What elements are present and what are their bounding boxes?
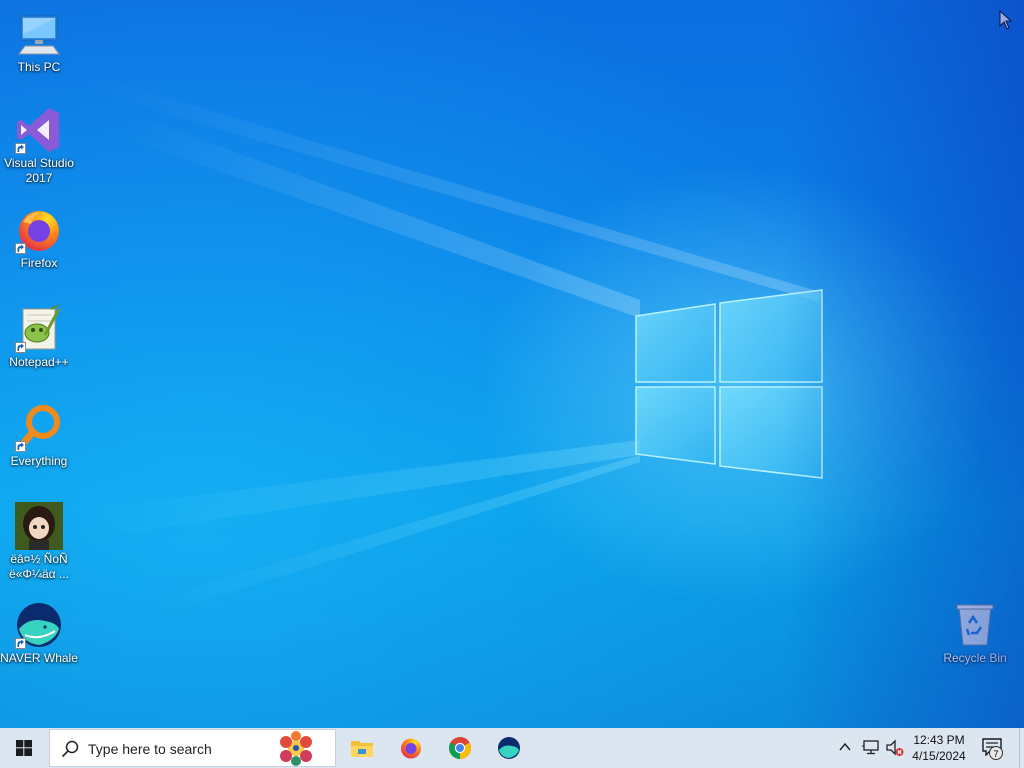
tray-volume-muted-icon[interactable] xyxy=(886,739,904,757)
show-desktop-button[interactable] xyxy=(1019,728,1024,768)
desktop-icon-label: NAVER Whale xyxy=(0,651,78,665)
desktop-icon-label: This PC xyxy=(17,60,61,74)
firefox-icon xyxy=(15,206,63,254)
windows-start-icon xyxy=(16,740,32,756)
search-icon xyxy=(61,740,79,758)
shortcut-arrow-icon xyxy=(15,243,26,254)
shortcut-arrow-icon xyxy=(15,638,26,649)
shortcut-arrow-icon xyxy=(15,143,26,154)
start-button[interactable] xyxy=(0,728,48,768)
taskbar: Type here to search 12:43 PM 4/15/2024 7 xyxy=(0,728,1024,768)
visual-studio-icon xyxy=(15,106,63,154)
clock-time: 12:43 PM xyxy=(913,733,965,747)
tray-show-hidden-icons-chevron-up-icon[interactable] xyxy=(838,740,852,754)
desktop-icon-label: Everything xyxy=(10,454,68,468)
windows-logo-wallpaper xyxy=(635,289,823,479)
desktop-icon-naver-whale[interactable]: NAVER Whale xyxy=(0,601,78,666)
clock-date: 4/15/2024 xyxy=(912,749,966,763)
naver-whale-icon xyxy=(15,601,63,649)
chrome-icon xyxy=(449,737,471,759)
desktop-icon-recycle-bin[interactable]: Recycle Bin xyxy=(936,601,1014,666)
taskbar-naver-whale[interactable] xyxy=(485,728,533,768)
anime-avatar-icon xyxy=(15,502,63,550)
taskbar-file-explorer[interactable] xyxy=(338,728,386,768)
search-placeholder: Type here to search xyxy=(88,741,212,757)
naver-whale-icon xyxy=(498,737,520,759)
mouse-cursor-icon xyxy=(999,10,1013,30)
everything-icon xyxy=(15,404,63,452)
recycle-bin-icon xyxy=(951,601,999,649)
desktop-icon-this-pc[interactable]: This PC xyxy=(0,10,78,75)
shortcut-arrow-icon xyxy=(15,441,26,452)
desktop-icon-anime-file[interactable]: ëâ¤½ ÑoÑ ë«Φ¼äα ... xyxy=(0,502,78,582)
this-pc-icon xyxy=(15,10,63,58)
taskbar-search-box[interactable]: Type here to search xyxy=(49,729,336,767)
firefox-icon xyxy=(401,738,421,759)
desktop-icon-label-line2: ë«Φ¼äα ... xyxy=(9,567,69,581)
taskbar-chrome[interactable] xyxy=(436,728,484,768)
desktop-icon-firefox[interactable]: Firefox xyxy=(0,206,78,271)
desktop-icon-everything[interactable]: Everything xyxy=(0,404,78,469)
tray-clock[interactable]: 12:43 PM 4/15/2024 xyxy=(906,732,972,764)
desktop-icon-label: Notepad++ xyxy=(9,355,69,369)
desktop-icon-visual-studio[interactable]: Visual Studio 2017 xyxy=(0,106,78,186)
wallpaper-light-beams xyxy=(80,75,820,615)
taskbar-firefox[interactable] xyxy=(387,728,435,768)
desktop[interactable]: This PC Visual Studio 2017 Firefox Notep… xyxy=(0,0,1024,728)
desktop-icon-label: Visual Studio 2017 xyxy=(4,156,74,185)
desktop-icon-label: Firefox xyxy=(20,256,58,270)
desktop-icon-label: ëâ¤½ ÑoÑ xyxy=(10,552,68,566)
desktop-icon-notepad-plus-plus[interactable]: Notepad++ xyxy=(0,305,78,370)
desktop-icon-label: Recycle Bin xyxy=(943,651,1007,665)
file-explorer-icon xyxy=(351,741,373,757)
search-highlight-flower-icon xyxy=(280,731,312,766)
notification-count-badge: 7 xyxy=(989,746,1003,760)
notepad-plus-plus-icon xyxy=(15,305,63,353)
shortcut-arrow-icon xyxy=(15,342,26,353)
tray-network-icon[interactable] xyxy=(862,739,880,755)
action-center-button[interactable]: 7 xyxy=(982,738,1003,761)
